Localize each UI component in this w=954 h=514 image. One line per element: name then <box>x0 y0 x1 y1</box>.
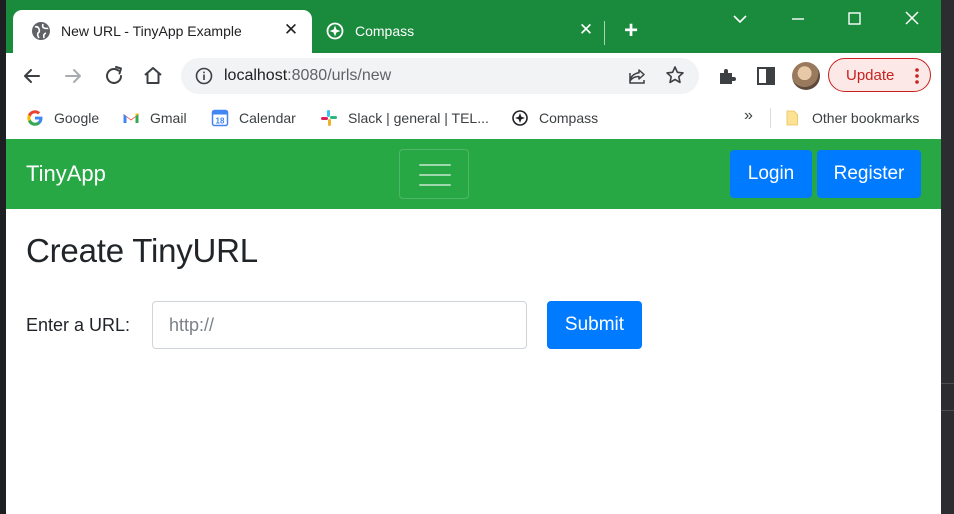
editor-divider <box>941 410 954 411</box>
profile-avatar[interactable] <box>792 62 820 90</box>
hamburger-icon <box>419 174 451 176</box>
hamburger-icon <box>419 164 451 166</box>
globe-icon <box>32 22 50 40</box>
bookmark-compass[interactable]: Compass <box>511 107 598 129</box>
compass-icon <box>512 110 528 126</box>
bookmark-other[interactable]: Other bookmarks <box>784 107 919 129</box>
side-panel-icon[interactable] <box>754 64 778 88</box>
calendar-icon: 18 <box>211 109 229 127</box>
bookmark-gmail[interactable]: Gmail <box>122 107 187 129</box>
brand-link[interactable]: TinyApp <box>26 161 106 187</box>
page-title: Create TinyURL <box>26 232 258 269</box>
bookmark-label: Compass <box>539 110 599 126</box>
bookmark-label: Gmail <box>150 110 187 126</box>
tab-compass[interactable]: Compass ✕ <box>320 10 604 53</box>
calendar-day: 18 <box>216 116 225 125</box>
new-tab-button[interactable]: + <box>619 19 643 44</box>
tab-close-icon[interactable]: ✕ <box>576 20 596 40</box>
close-window-icon[interactable] <box>900 8 924 30</box>
register-button[interactable]: Register <box>817 150 921 198</box>
navbar-toggler-button[interactable] <box>399 149 469 199</box>
tab-title: New URL - TinyApp Example <box>61 23 242 39</box>
google-icon <box>27 110 43 126</box>
address-bar[interactable]: localhost:8080/urls/new <box>181 58 699 94</box>
slack-icon <box>321 110 337 126</box>
reload-icon[interactable] <box>102 64 126 88</box>
bookmark-label: Slack | general | TEL... <box>348 110 489 126</box>
bookmark-label: Other bookmarks <box>812 110 920 126</box>
gmail-icon <box>123 113 139 123</box>
tab-search-icon[interactable] <box>728 8 752 30</box>
tab-separator <box>604 21 605 45</box>
login-button[interactable]: Login <box>730 150 812 198</box>
url-path: :8080/urls/new <box>287 67 392 84</box>
browser-toolbar: localhost:8080/urls/new Update <box>6 53 941 98</box>
page-content: TinyApp Login Register Create TinyURL En… <box>6 139 941 514</box>
update-label: Update <box>846 67 895 84</box>
background-editor-right <box>941 0 954 514</box>
bookmark-label: Google <box>54 110 100 126</box>
editor-divider <box>941 383 954 384</box>
bookmark-google[interactable]: Google <box>26 107 99 129</box>
hamburger-icon <box>419 184 451 186</box>
folder-icon <box>786 110 798 126</box>
bookmark-label: Calendar <box>239 110 296 126</box>
tab-close-icon[interactable]: ✕ <box>281 20 301 40</box>
minimize-icon[interactable] <box>786 8 810 30</box>
home-icon[interactable] <box>141 64 165 88</box>
url-label: Enter a URL: <box>26 315 131 335</box>
browser-window: New URL - TinyApp Example ✕ Compass ✕ + <box>6 0 941 514</box>
bookmark-slack[interactable]: Slack | general | TEL... <box>320 107 489 129</box>
back-arrow-icon[interactable] <box>20 64 44 88</box>
share-icon[interactable] <box>627 66 647 86</box>
long-url-input[interactable] <box>152 301 527 349</box>
extensions-icon[interactable] <box>715 64 739 88</box>
app-navbar: TinyApp Login Register <box>6 139 941 209</box>
more-bookmarks-button[interactable]: » <box>744 107 753 125</box>
url-host: localhost <box>224 67 288 84</box>
site-info-icon[interactable] <box>195 67 213 85</box>
bookmark-star-icon[interactable] <box>665 65 685 85</box>
bookmark-calendar[interactable]: 18 Calendar <box>211 107 296 129</box>
tab-new-url[interactable]: New URL - TinyApp Example ✕ <box>13 10 312 53</box>
submit-button[interactable]: Submit <box>547 301 642 349</box>
menu-dots-icon[interactable] <box>909 66 925 86</box>
update-button[interactable]: Update <box>828 58 931 92</box>
maximize-icon[interactable] <box>842 8 866 30</box>
compass-icon <box>326 22 344 40</box>
forward-arrow-icon[interactable] <box>61 64 85 88</box>
tab-strip: New URL - TinyApp Example ✕ Compass ✕ + <box>6 0 941 53</box>
tab-title: Compass <box>355 23 415 39</box>
bookmark-separator <box>770 108 771 128</box>
url-text[interactable]: localhost:8080/urls/new <box>224 67 391 85</box>
bookmarks-bar: Google Gmail 18 Calendar Slack | general… <box>6 98 941 139</box>
